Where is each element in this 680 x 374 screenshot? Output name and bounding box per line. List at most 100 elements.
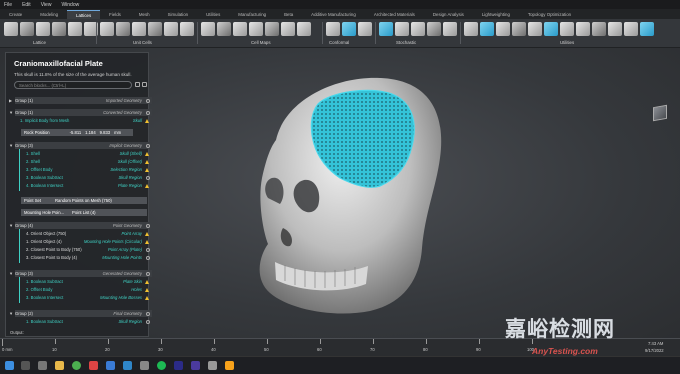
- lattice-icon[interactable]: [4, 22, 18, 36]
- app-icon[interactable]: [208, 361, 217, 370]
- lattice-icon[interactable]: [20, 22, 34, 36]
- utility-icon[interactable]: [512, 22, 526, 36]
- rock-position-field[interactable]: Rock Position -5.811 1.184 9.833 mm: [21, 129, 133, 136]
- lattice-icon[interactable]: [68, 22, 82, 36]
- tab-lattices[interactable]: Lattices: [67, 10, 101, 19]
- group-label-cell-maps[interactable]: Cell Maps: [251, 40, 271, 45]
- tree-item-row[interactable]: 4. Boolean Intersect Plate Region: [26, 182, 152, 189]
- task-view-icon[interactable]: [38, 361, 47, 370]
- tree-item-row[interactable]: 2. Shell Skull (Offset): [26, 158, 152, 165]
- tree-item-row[interactable]: 3. Boolean Subtract Skull Region: [26, 174, 152, 181]
- spotify-icon[interactable]: [157, 361, 166, 370]
- unit-cell-icon[interactable]: [180, 22, 194, 36]
- menu-window[interactable]: Window: [61, 2, 79, 8]
- unit-cell-icon[interactable]: [148, 22, 162, 36]
- group-label-unit-cells[interactable]: Unit Cells: [133, 40, 152, 45]
- app-icon[interactable]: [225, 361, 234, 370]
- tree-item-row[interactable]: 1. Implicit Body from Mesh Skull: [20, 117, 152, 124]
- search-icon[interactable]: [21, 361, 30, 370]
- chrome-icon[interactable]: [72, 361, 81, 370]
- tree-item-row[interactable]: 2. Closest Point to Body (750) Point Arra…: [26, 246, 152, 253]
- point-set-field[interactable]: Point Set Random Points on Mesh (750): [21, 197, 147, 204]
- tab-additive-manufacturing[interactable]: Additive Manufacturing: [302, 10, 365, 19]
- unit-cell-icon[interactable]: [132, 22, 146, 36]
- tree-group-row[interactable]: ▼ Group (1) Converted Geometry: [9, 109, 152, 116]
- tree-item-row[interactable]: 4. Orient Object (750) Point Array: [26, 230, 152, 237]
- tree-group-row[interactable]: ▼ Group (2) Final Geometry: [9, 310, 152, 317]
- tree-group-row[interactable]: ▶ Group (1) Imported Geometry: [9, 97, 152, 104]
- app-icon[interactable]: [106, 361, 115, 370]
- tree-group-row[interactable]: ▼ Group (3) Implicit Geometry: [9, 142, 152, 149]
- stochastic-icon[interactable]: [395, 22, 409, 36]
- tab-create[interactable]: Create: [0, 10, 31, 19]
- cell-map-icon[interactable]: [233, 22, 247, 36]
- utility-icon[interactable]: [592, 22, 606, 36]
- stochastic-icon[interactable]: [411, 22, 425, 36]
- tab-lightweighting[interactable]: Lightweighting: [473, 10, 519, 19]
- tree-item-row[interactable]: 3. Boolean Intersect Mounting Hole Bosses: [26, 294, 152, 301]
- stochastic-icon[interactable]: [443, 22, 457, 36]
- cell-map-icon[interactable]: [217, 22, 231, 36]
- stochastic-icon[interactable]: [379, 22, 393, 36]
- tab-design-analysis[interactable]: Design Analysis: [424, 10, 473, 19]
- filter-icon[interactable]: [135, 82, 140, 87]
- unit-cell-icon[interactable]: [116, 22, 130, 36]
- utility-icon[interactable]: [496, 22, 510, 36]
- tree-item-row[interactable]: 1. Boolean Subtract Skull Region: [26, 318, 152, 325]
- menu-view[interactable]: View: [41, 2, 52, 8]
- cell-map-icon[interactable]: [265, 22, 279, 36]
- app-icon[interactable]: [89, 361, 98, 370]
- group-label-utilities[interactable]: Utilities: [560, 40, 574, 45]
- conformal-icon[interactable]: [326, 22, 340, 36]
- tree-item-row[interactable]: 3. Closest Point to Body (4) Mounting Hol…: [26, 254, 152, 261]
- view-cube-icon[interactable]: [653, 104, 667, 122]
- settings-icon[interactable]: [142, 82, 147, 87]
- utility-icon[interactable]: [464, 22, 478, 36]
- utility-icon[interactable]: [528, 22, 542, 36]
- tab-beta[interactable]: Beta: [275, 10, 302, 19]
- after-effects-icon[interactable]: [191, 361, 200, 370]
- utility-icon[interactable]: [608, 22, 622, 36]
- lattice-icon[interactable]: [36, 22, 50, 36]
- tree-item-row[interactable]: 1. Orient Object (4) Mounting Hole Points…: [26, 238, 152, 245]
- lattice-icon[interactable]: [52, 22, 66, 36]
- tree-group-row[interactable]: ▼ Group (3) Generated Geometry: [9, 270, 152, 277]
- utility-icon[interactable]: [560, 22, 574, 36]
- tree-item-row[interactable]: 1. Shell Skull (Shell): [26, 150, 152, 157]
- cell-map-icon[interactable]: [201, 22, 215, 36]
- app-icon[interactable]: [140, 361, 149, 370]
- tab-architected-materials[interactable]: Architected Materials: [365, 10, 424, 19]
- tab-utilities[interactable]: Utilities: [197, 10, 229, 19]
- menu-edit[interactable]: Edit: [22, 2, 31, 8]
- group-label-lattice[interactable]: Lattice: [33, 40, 46, 45]
- cell-map-icon[interactable]: [249, 22, 263, 36]
- stochastic-icon[interactable]: [427, 22, 441, 36]
- tab-modeling[interactable]: Modeling: [31, 10, 67, 19]
- tab-simulation[interactable]: Simulation: [159, 10, 198, 19]
- utility-icon[interactable]: [576, 22, 590, 36]
- cell-map-icon[interactable]: [297, 22, 311, 36]
- utility-icon[interactable]: [480, 22, 494, 36]
- tree-item-row[interactable]: 1. Boolean Subtract Plate Skin: [26, 278, 152, 285]
- tree-item-row[interactable]: 2. Offset Body Holes: [26, 286, 152, 293]
- utility-icon[interactable]: [624, 22, 638, 36]
- conformal-icon[interactable]: [358, 22, 372, 36]
- tab-mesh[interactable]: Mesh: [130, 10, 159, 19]
- utility-icon[interactable]: [544, 22, 558, 36]
- conformal-icon[interactable]: [342, 22, 356, 36]
- folder-icon[interactable]: [55, 361, 64, 370]
- tab-manufacturing[interactable]: Manufacturing: [229, 10, 275, 19]
- tree-item-row[interactable]: 3. Offset Body Selection Region: [26, 166, 152, 173]
- group-label-conformal[interactable]: Conformal: [329, 40, 349, 45]
- unit-cell-icon[interactable]: [100, 22, 114, 36]
- start-icon[interactable]: [5, 361, 14, 370]
- cell-map-icon[interactable]: [281, 22, 295, 36]
- tab-fields[interactable]: Fields: [100, 10, 130, 19]
- unit-cell-icon[interactable]: [164, 22, 178, 36]
- group-label-stochastic[interactable]: Stochastic: [396, 40, 416, 45]
- tab-topology-optimization[interactable]: Topology Optimization: [519, 10, 580, 19]
- search-input[interactable]: Search blocks... (Ctrl+L): [14, 81, 132, 89]
- utility-icon[interactable]: [640, 22, 654, 36]
- tree-group-row[interactable]: ▼ Group (4) Point Geometry: [9, 222, 152, 229]
- premiere-icon[interactable]: [174, 361, 183, 370]
